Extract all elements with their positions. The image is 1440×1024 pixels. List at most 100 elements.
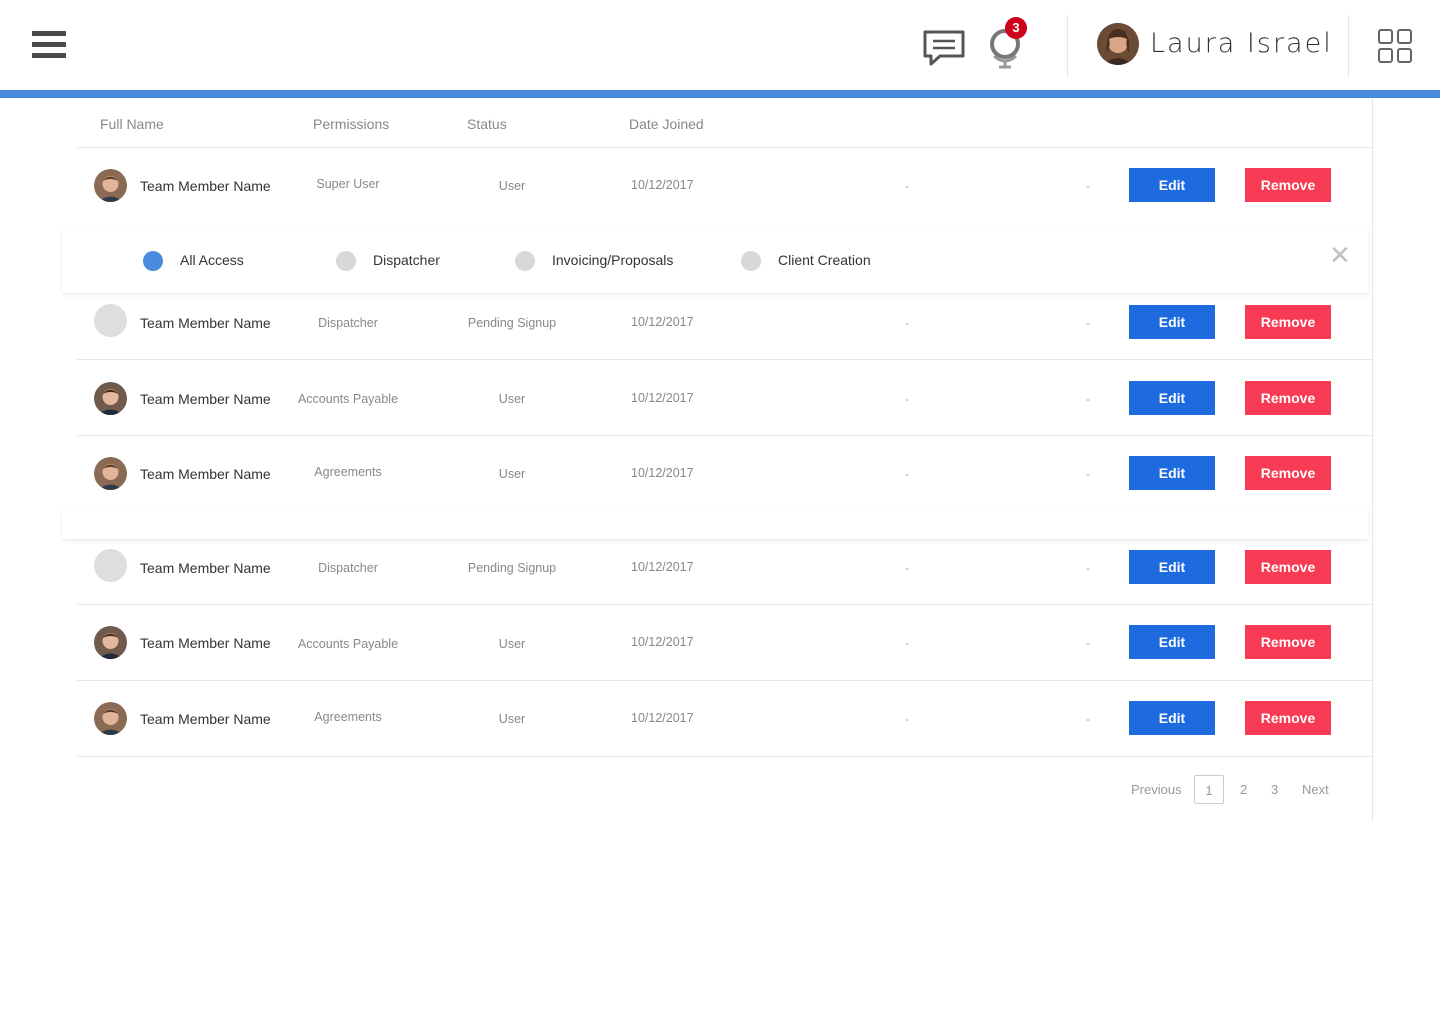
member-date-joined: 10/12/2017 (631, 315, 694, 329)
member-date-joined: 10/12/2017 (631, 635, 694, 649)
table-row: Team Member Name Agreements User 10/12/2… (77, 439, 1372, 507)
empty-cell: - (1086, 712, 1090, 726)
remove-button[interactable]: Remove (1245, 550, 1331, 584)
remove-button[interactable]: Remove (1245, 305, 1331, 339)
row-divider (77, 147, 1372, 148)
member-status: User (498, 392, 526, 406)
column-header-status[interactable]: Status (467, 116, 507, 132)
member-name: Team Member Name (140, 466, 271, 482)
remove-button[interactable]: Remove (1245, 168, 1331, 202)
permission-selector-panel: All Access Dispatcher Invoicing/Proposal… (62, 226, 1368, 293)
empty-cell: - (1086, 392, 1090, 406)
member-permission: Agreements (314, 465, 382, 479)
radio-dispatcher[interactable] (336, 251, 356, 271)
member-name: Team Member Name (140, 315, 271, 331)
empty-cell: - (905, 467, 909, 481)
member-status: User (498, 179, 526, 193)
member-date-joined: 10/12/2017 (631, 560, 694, 574)
edit-button[interactable]: Edit (1129, 168, 1215, 202)
member-avatar (94, 626, 127, 659)
empty-cell: - (905, 179, 909, 193)
row-divider (77, 435, 1372, 436)
radio-label-client-creation[interactable]: Client Creation (778, 252, 871, 268)
row-divider (77, 680, 1372, 681)
member-status: Pending Signup (467, 316, 557, 330)
pagination-previous[interactable]: Previous (1131, 782, 1182, 797)
member-avatar (94, 382, 127, 415)
member-name: Team Member Name (140, 711, 271, 727)
table-row: Team Member Name Accounts Payable User 1… (77, 364, 1372, 432)
empty-cell: - (905, 636, 909, 650)
column-header-permissions[interactable]: Permissions (313, 116, 389, 132)
radio-label-invoicing-proposals[interactable]: Invoicing/Proposals (552, 252, 673, 268)
member-avatar-placeholder (94, 549, 127, 582)
pagination-page-2[interactable]: 2 (1240, 782, 1247, 797)
row-divider (77, 604, 1372, 605)
row-divider (77, 756, 1372, 757)
member-name: Team Member Name (140, 178, 271, 194)
empty-cell: - (1086, 316, 1090, 330)
top-header: 3 Laura Israel (0, 0, 1440, 90)
member-date-joined: 10/12/2017 (631, 178, 694, 192)
radio-label-dispatcher[interactable]: Dispatcher (373, 252, 440, 268)
table-row: Team Member Name Accounts Payable User 1… (77, 609, 1372, 677)
remove-button[interactable]: Remove (1245, 456, 1331, 490)
member-avatar-placeholder (94, 304, 127, 337)
table-row: Team Member Name Super User User 10/12/2… (77, 151, 1372, 219)
radio-all-access[interactable] (143, 251, 163, 271)
edit-button[interactable]: Edit (1129, 625, 1215, 659)
column-header-full-name[interactable]: Full Name (100, 116, 164, 132)
radio-invoicing-proposals[interactable] (515, 251, 535, 271)
row-divider (77, 359, 1372, 360)
edit-button[interactable]: Edit (1129, 305, 1215, 339)
member-status: User (498, 467, 526, 481)
member-avatar (94, 169, 127, 202)
empty-cell: - (905, 561, 909, 575)
edit-button[interactable]: Edit (1129, 701, 1215, 735)
empty-cell: - (1086, 561, 1090, 575)
header-divider (1067, 15, 1068, 77)
member-permission: Accounts Payable (297, 637, 399, 651)
member-name: Team Member Name (140, 560, 271, 576)
empty-cell: - (905, 712, 909, 726)
column-header-date-joined[interactable]: Date Joined (629, 116, 704, 132)
member-permission: Dispatcher (318, 561, 378, 575)
member-name: Team Member Name (140, 391, 271, 407)
member-name: Team Member Name (140, 635, 271, 651)
empty-cell: - (905, 392, 909, 406)
chat-icon[interactable] (922, 29, 966, 67)
member-date-joined: 10/12/2017 (631, 391, 694, 405)
remove-button[interactable]: Remove (1245, 381, 1331, 415)
remove-button[interactable]: Remove (1245, 625, 1331, 659)
close-icon[interactable]: ✕ (1329, 242, 1351, 268)
user-name[interactable]: Laura Israel (1150, 28, 1333, 59)
member-status: Pending Signup (467, 561, 557, 575)
radio-client-creation[interactable] (741, 251, 761, 271)
member-avatar (94, 457, 127, 490)
empty-cell: - (905, 316, 909, 330)
pagination-next[interactable]: Next (1302, 782, 1329, 797)
member-permission: Agreements (314, 710, 382, 724)
user-avatar[interactable] (1097, 23, 1139, 65)
member-status: User (498, 712, 526, 726)
member-date-joined: 10/12/2017 (631, 466, 694, 480)
radio-label-all-access[interactable]: All Access (180, 252, 244, 268)
member-permission: Accounts Payable (297, 392, 399, 406)
member-permission: Dispatcher (318, 316, 378, 330)
header-accent-bar (0, 90, 1440, 98)
edit-button[interactable]: Edit (1129, 381, 1215, 415)
member-permission: Super User (316, 177, 380, 191)
empty-cell: - (1086, 467, 1090, 481)
member-status: User (498, 637, 526, 651)
hamburger-menu-icon[interactable] (32, 31, 66, 59)
table-row: Team Member Name Agreements User 10/12/2… (77, 685, 1372, 753)
pagination-page-1[interactable]: 1 (1194, 775, 1224, 804)
empty-cell: - (1086, 179, 1090, 193)
header-divider (1348, 15, 1349, 77)
remove-button[interactable]: Remove (1245, 701, 1331, 735)
edit-button[interactable]: Edit (1129, 456, 1215, 490)
apps-grid-icon[interactable] (1378, 29, 1412, 63)
table-row: Team Member Name Dispatcher Pending Sign… (77, 288, 1372, 356)
edit-button[interactable]: Edit (1129, 550, 1215, 584)
pagination-page-3[interactable]: 3 (1271, 782, 1278, 797)
